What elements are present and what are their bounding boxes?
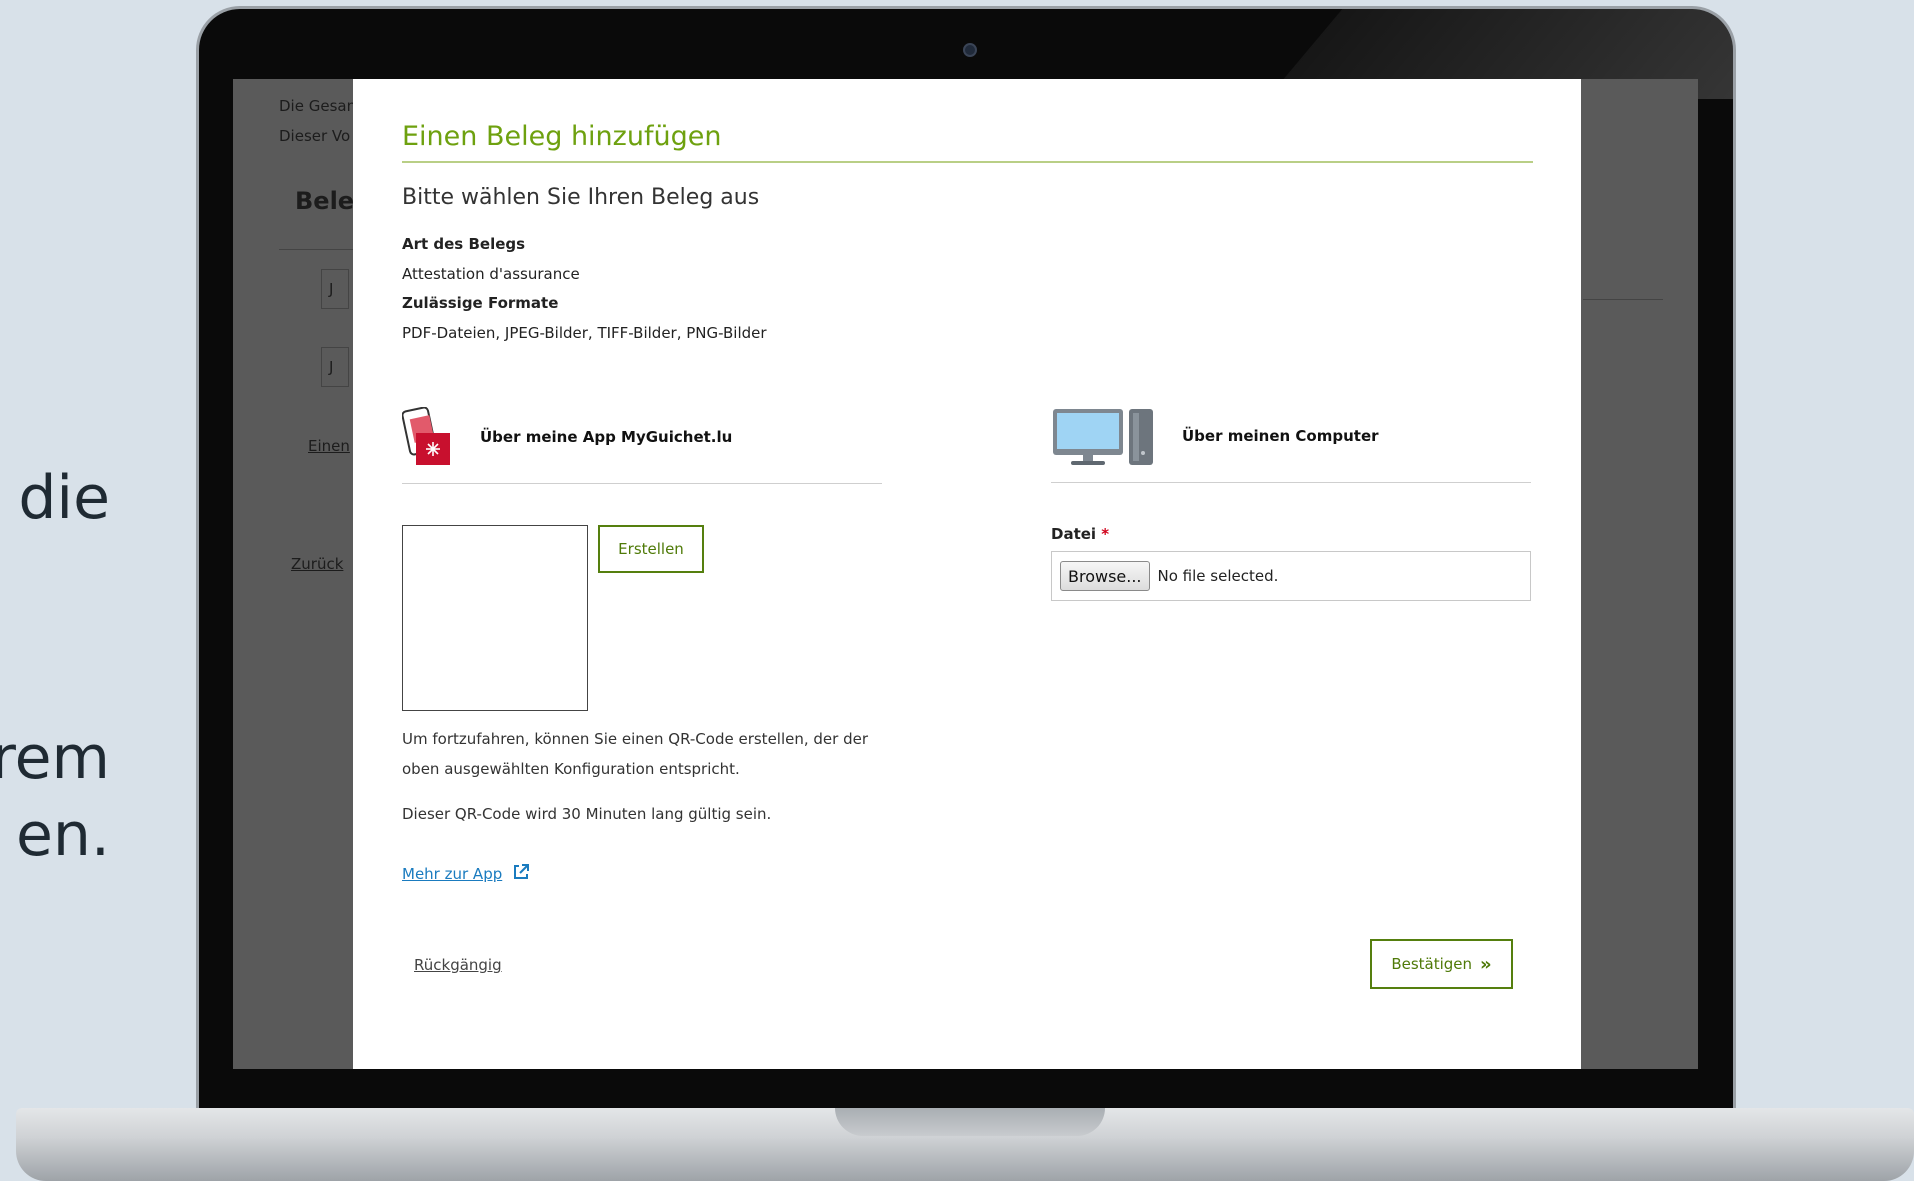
dialog-title: Einen Beleg hinzufügen [402, 121, 722, 152]
laptop-notch [835, 1108, 1105, 1136]
document-icon-letter: J [329, 280, 334, 298]
laptop-screen: Die Gesan Dieser Vo Beleg J J Einen Zurü… [233, 79, 1698, 1069]
background-slide-text: r die hrem en. [0, 0, 190, 1181]
confirm-button-label: Bestätigen [1391, 955, 1473, 973]
add-document-link[interactable]: Einen [308, 437, 350, 455]
computer-panel-divider [1051, 482, 1531, 483]
back-link[interactable]: Zurück [291, 555, 343, 573]
document-icon: J [321, 347, 349, 387]
external-link-icon [512, 863, 530, 885]
browse-button[interactable]: Browse... [1060, 561, 1150, 591]
page-text: Dieser Vo [279, 127, 351, 145]
qr-description: Um fortzufahren, können Sie einen QR-Cod… [402, 730, 869, 778]
computer-icon [1051, 407, 1155, 471]
qr-code-placeholder [402, 525, 588, 711]
required-indicator: * [1101, 525, 1110, 543]
qr-validity-note: Dieser QR-Code wird 30 Minuten lang gült… [402, 805, 772, 823]
dialog-subtitle: Bitte wählen Sie Ihren Beleg aus [402, 185, 760, 210]
page-text: Die Gesan [279, 97, 357, 115]
document-icon: J [321, 269, 349, 309]
background-text-line: en. [15, 800, 110, 870]
app-panel-divider [402, 483, 882, 484]
computer-panel-heading: Über meinen Computer [1182, 427, 1379, 445]
title-divider [402, 161, 1533, 163]
create-qr-button[interactable]: Erstellen [598, 525, 704, 573]
camera-icon [963, 43, 977, 57]
document-type-value: Attestation d'assurance [402, 265, 580, 283]
app-panel-heading: Über meine App MyGuichet.lu [480, 428, 733, 446]
file-field-label: Datei * [1051, 525, 1109, 543]
background-text-line: r die [0, 463, 110, 533]
formats-value: PDF-Dateien, JPEG-Bilder, TIFF-Bilder, P… [402, 324, 767, 342]
document-type-label: Art des Belegs [402, 235, 526, 253]
myguichet-app-icon [401, 406, 454, 471]
formats-label: Zulässige Formate [402, 294, 559, 312]
file-upload-field[interactable]: Browse... No file selected. [1051, 551, 1531, 601]
file-field-label-text: Datei [1051, 525, 1097, 543]
page-divider [1583, 299, 1663, 300]
double-chevron-right-icon: » [1480, 953, 1492, 975]
laptop-lid: Die Gesan Dieser Vo Beleg J J Einen Zurü… [196, 6, 1736, 1126]
confirm-button[interactable]: Bestätigen » [1370, 939, 1513, 989]
document-icon-letter: J [329, 358, 334, 376]
undo-link[interactable]: Rückgängig [414, 956, 502, 974]
background-text-line: hrem [0, 723, 110, 793]
more-about-app-label[interactable]: Mehr zur App [402, 865, 502, 883]
more-about-app-link[interactable]: Mehr zur App [402, 863, 530, 885]
add-document-dialog: Einen Beleg hinzufügen Bitte wählen Sie … [353, 79, 1581, 1069]
page-divider [279, 249, 353, 250]
file-status-text: No file selected. [1157, 567, 1279, 585]
